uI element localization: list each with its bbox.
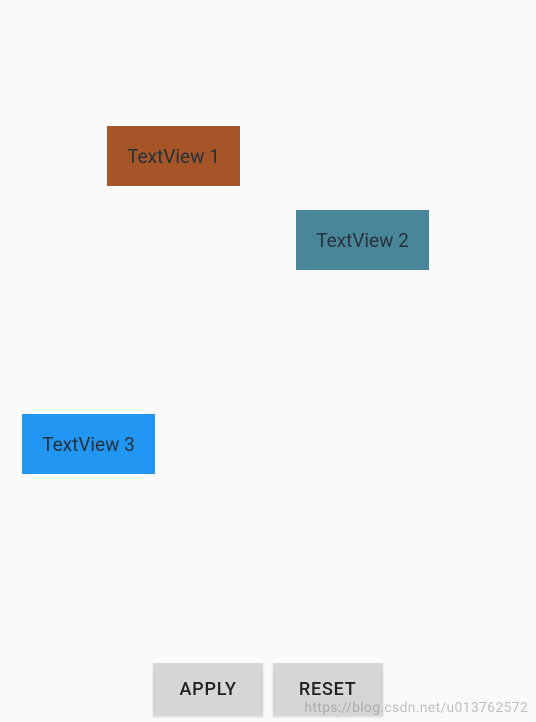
reset-button[interactable]: RESET — [273, 663, 383, 716]
button-row: APPLY RESET — [0, 663, 536, 716]
textview-1: TextView 1 — [107, 126, 240, 186]
apply-button[interactable]: APPLY — [153, 663, 262, 716]
textview-2: TextView 2 — [296, 210, 429, 270]
textview-3: TextView 3 — [22, 414, 155, 474]
